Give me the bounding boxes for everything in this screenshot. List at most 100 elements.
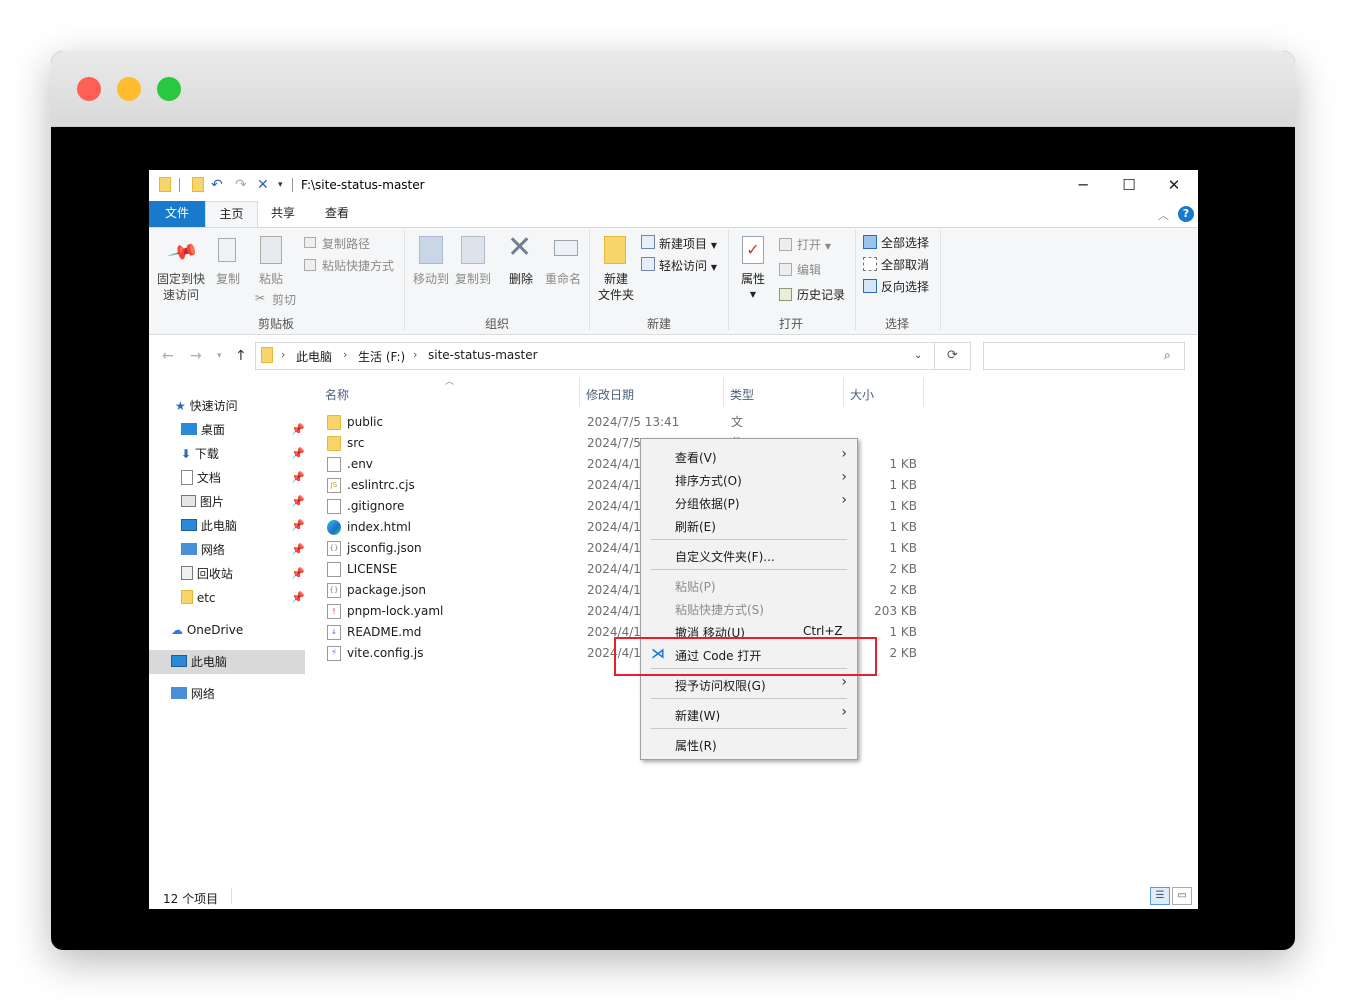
tab-share[interactable]: 共享 — [261, 201, 305, 227]
pin-icon: 📌 — [291, 423, 305, 436]
column-header-date[interactable]: 修改日期 — [586, 386, 634, 403]
column-separator[interactable] — [923, 378, 924, 406]
new-item-button[interactable]: 新建项目 ▼ — [659, 235, 717, 252]
select-all-button[interactable]: 全部选择 — [881, 234, 929, 251]
file-size: 1 KB — [889, 520, 917, 534]
cloud-icon: ☁ — [171, 623, 183, 637]
column-separator[interactable] — [723, 378, 724, 406]
menu-item-new[interactable]: 新建(W) — [675, 707, 720, 724]
column-header-name[interactable]: 名称 — [325, 386, 349, 403]
column-separator[interactable] — [843, 378, 844, 406]
easy-access-button[interactable]: 轻松访问 ▼ — [659, 257, 717, 274]
tab-home[interactable]: 主页 — [205, 201, 258, 227]
back-icon[interactable]: ← — [162, 348, 174, 364]
forward-icon[interactable]: → — [190, 348, 202, 364]
customize-quick-access-icon[interactable]: ▾ — [278, 180, 283, 190]
delete-button[interactable]: 删除 — [503, 271, 539, 287]
menu-item-paste[interactable]: 粘贴(P) — [675, 578, 716, 595]
address-bar[interactable] — [255, 342, 935, 370]
nav-item-etc[interactable]: etc 📌 — [149, 586, 305, 610]
redo-icon[interactable]: ↷ — [235, 177, 247, 193]
tab-file[interactable]: 文件 — [149, 201, 205, 227]
nav-quick-access[interactable]: ★ 快速访问 — [149, 394, 305, 418]
file-date: 2024/7/5 13:41 — [587, 415, 680, 429]
copy-button[interactable]: 复制 — [211, 271, 245, 287]
chevron-right-icon[interactable]: › — [281, 348, 285, 361]
vite-config-icon: ⚡ — [327, 646, 341, 661]
menu-item-refresh[interactable]: 刷新(E) — [675, 518, 716, 535]
tab-view[interactable]: 查看 — [315, 201, 359, 227]
paste-shortcut-button[interactable]: 粘贴快捷方式 — [322, 257, 394, 274]
maximize-button[interactable]: ☐ — [1106, 174, 1152, 198]
large-icons-view-icon[interactable]: ▭ — [1172, 887, 1192, 905]
address-dropdown-icon[interactable]: ⌄ — [914, 350, 922, 361]
dropdown-arrow-icon: ▼ — [824, 242, 831, 251]
copy-path-button[interactable]: 复制路径 — [322, 235, 370, 252]
menu-item-grant-access[interactable]: 授予访问权限(G) — [675, 677, 766, 694]
nav-onedrive[interactable]: ☁ OneDrive — [149, 618, 305, 642]
menu-item-sort[interactable]: 排序方式(O) — [675, 472, 742, 489]
open-button[interactable]: 打开 ▼ — [797, 236, 831, 253]
file-date: 2024/4/1 — [587, 541, 641, 555]
properties-button[interactable]: 属性 ▼ — [735, 271, 771, 303]
column-separator[interactable] — [579, 378, 580, 406]
menu-item-group-by[interactable]: 分组依据(P) — [675, 495, 740, 512]
minimize-traffic-light[interactable] — [117, 77, 141, 101]
collapse-ribbon-icon[interactable]: ︿ — [1158, 207, 1169, 223]
close-traffic-light[interactable] — [77, 77, 101, 101]
rename-button[interactable]: 重命名 — [543, 271, 583, 287]
select-none-button[interactable]: 全部取消 — [881, 256, 929, 273]
menu-item-customize-folder[interactable]: 自定义文件夹(F)... — [675, 548, 775, 565]
chevron-right-icon[interactable]: › — [343, 348, 347, 361]
search-icon: ⌕ — [1164, 348, 1171, 362]
move-to-button[interactable]: 移动到 — [409, 271, 453, 287]
file-date: 2024/7/5 — [587, 436, 641, 450]
refresh-button[interactable]: ⟳ — [935, 342, 971, 370]
breadcrumb-this-pc[interactable]: 此电脑 — [296, 348, 332, 365]
nav-this-pc[interactable]: 此电脑 — [149, 650, 305, 674]
file-row[interactable]: public 2024/7/5 13:41 文件夹 — [319, 412, 743, 471]
menu-item-paste-shortcut[interactable]: 粘贴快捷方式(S) — [675, 601, 764, 618]
nav-item-network-pinned[interactable]: 网络 📌 — [149, 538, 305, 562]
nav-network[interactable]: 网络 — [149, 682, 305, 706]
breadcrumb-folder[interactable]: site-status-master — [428, 348, 538, 362]
nav-item-this-pc-pinned[interactable]: 此电脑 📌 — [149, 514, 305, 538]
breadcrumb-drive[interactable]: 生活 (F:) — [358, 348, 405, 365]
up-icon[interactable]: ↑ — [235, 348, 247, 364]
delete-quick-icon[interactable]: ✕ — [257, 177, 269, 193]
zoom-traffic-light[interactable] — [157, 77, 181, 101]
details-view-icon[interactable]: ☰ — [1150, 887, 1170, 905]
window-title: F:\site-status-master — [301, 178, 425, 192]
pin-to-quick-access-button[interactable]: 固定到快 速访问 — [153, 271, 209, 303]
menu-item-view[interactable]: 查看(V) — [675, 449, 717, 466]
chevron-right-icon[interactable]: › — [413, 348, 417, 361]
nav-item-label: 桌面 — [200, 423, 225, 437]
copy-to-button[interactable]: 复制到 — [451, 271, 495, 287]
file-name: package.json — [347, 583, 427, 597]
edit-button[interactable]: 编辑 — [797, 261, 821, 278]
nav-item-downloads[interactable]: ⬇ 下载 📌 — [149, 442, 305, 466]
column-header-size[interactable]: 大小 — [850, 386, 874, 403]
nav-item-label: 下载 — [194, 447, 219, 461]
properties-quick-icon[interactable] — [192, 177, 204, 192]
new-folder-button[interactable]: 新建 文件夹 — [593, 271, 639, 303]
nav-item-documents[interactable]: 文档 📌 — [149, 466, 305, 490]
recent-locations-icon[interactable]: ▾ — [217, 351, 222, 361]
minimize-button[interactable]: ─ — [1060, 174, 1106, 198]
cut-button[interactable]: 剪切 — [272, 291, 296, 308]
search-input[interactable] — [983, 342, 1185, 370]
invert-selection-button[interactable]: 反向选择 — [881, 278, 929, 295]
paste-button[interactable]: 粘贴 — [253, 271, 289, 287]
nav-item-recycle-bin[interactable]: 回收站 📌 — [149, 562, 305, 586]
network-icon — [181, 543, 197, 555]
nav-item-desktop[interactable]: 桌面 📌 — [149, 418, 305, 442]
nav-item-pictures[interactable]: 图片 📌 — [149, 490, 305, 514]
menu-item-properties[interactable]: 属性(R) — [675, 737, 717, 754]
help-icon[interactable]: ? — [1178, 206, 1194, 222]
file-name: src — [347, 436, 365, 450]
close-button[interactable]: ✕ — [1151, 174, 1197, 198]
undo-icon[interactable]: ↶ — [211, 177, 223, 193]
column-header-type[interactable]: 类型 — [730, 386, 754, 403]
history-button[interactable]: 历史记录 — [797, 286, 845, 303]
nav-this-pc-label: 此电脑 — [190, 655, 227, 669]
